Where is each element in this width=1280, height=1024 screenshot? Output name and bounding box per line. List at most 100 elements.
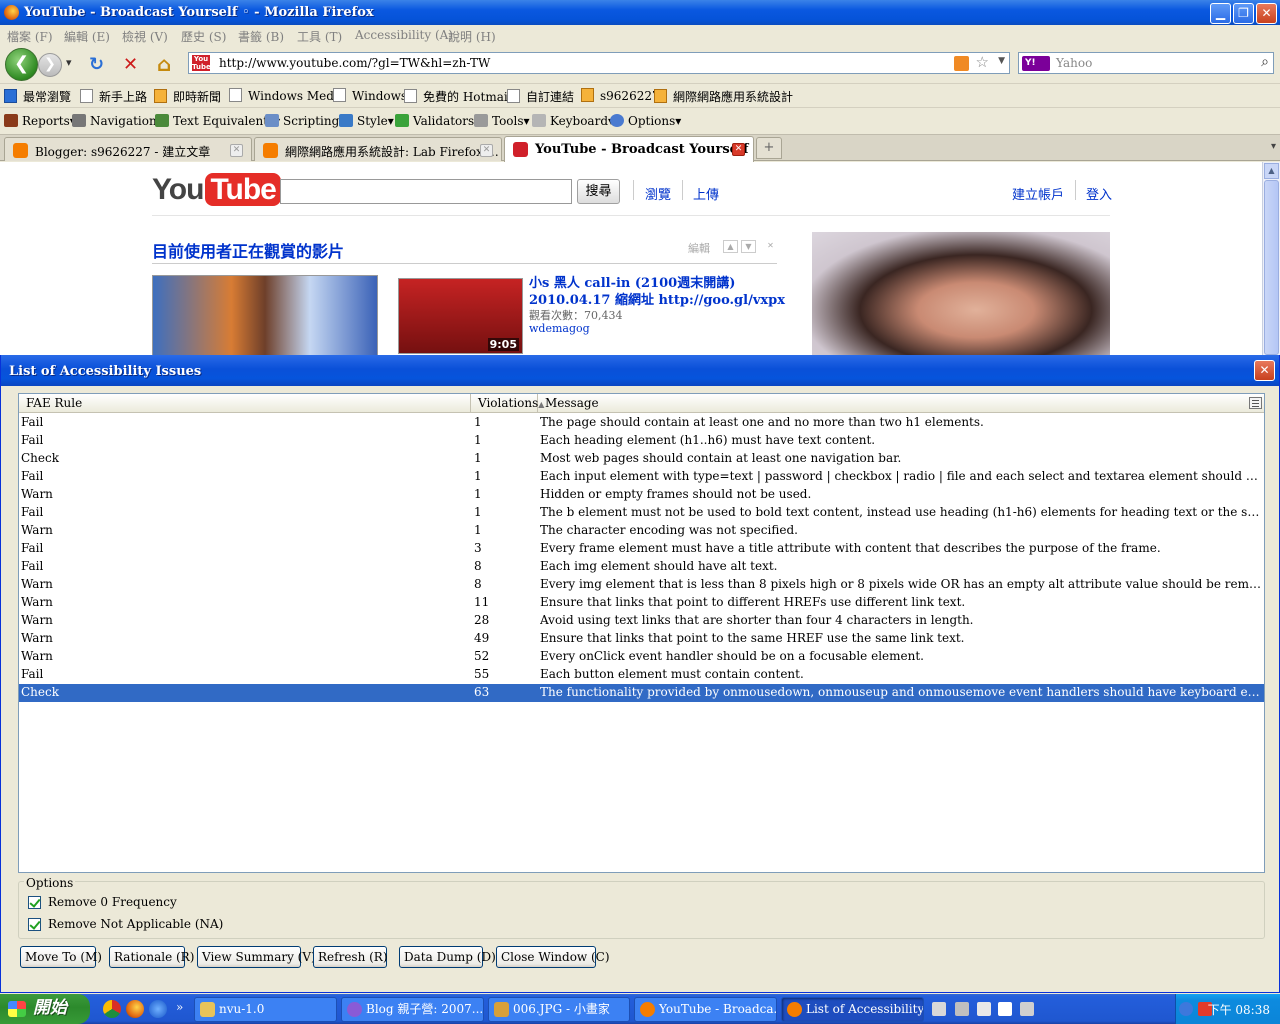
tray-expand-icon[interactable] (1179, 1002, 1193, 1016)
menu-accessibility[interactable]: Accessibility (A) (355, 28, 453, 42)
menu-edit[interactable]: 編輯 (E) (64, 28, 110, 45)
table-row[interactable]: Warn 11 Ensure that links that point to di… (19, 594, 1264, 612)
menu-tools[interactable]: 工具 (T) (297, 28, 342, 45)
taskbar-item-accessibility[interactable]: List of Accessibility ... (781, 997, 924, 1022)
toolbar-scripting[interactable]: Scripting▾ (265, 114, 345, 128)
taskbar-item-blog[interactable]: Blog 親子營: 2007... (341, 997, 484, 1022)
youtube-search-input[interactable] (280, 179, 572, 204)
toolbar-validators[interactable]: Validators▾ (395, 114, 480, 128)
youtube-logo[interactable]: You Tube (152, 173, 281, 207)
close-window-button[interactable]: ✕ (1256, 3, 1277, 24)
checkbox-checked-icon[interactable] (28, 918, 41, 931)
upload-link[interactable]: 上傳 (693, 184, 719, 203)
table-row[interactable]: Fail 1 Each heading element (h1..h6) must … (19, 432, 1264, 450)
column-header-violations[interactable]: Violations▲ (471, 394, 544, 413)
table-row[interactable]: Fail 1 The page should contain at least on… (19, 414, 1264, 432)
tab-blogger[interactable]: Blogger: s9626227 - 建立文章 ✕ (4, 137, 252, 161)
video-thumbnail[interactable]: 9:05 (398, 278, 523, 354)
taskbar-item-paint[interactable]: 006.JPG - 小畫家 (488, 997, 630, 1022)
url-dropdown-icon[interactable]: ▼ (998, 56, 1005, 66)
search-icon[interactable]: ⌕ (1261, 54, 1269, 70)
bookmark-star-icon[interactable]: ☆ (976, 53, 989, 71)
bookmark-web-app-design[interactable]: 網際網路應用系統設計 (654, 88, 793, 105)
video-title-link[interactable]: 小s 黑人 call-in (2100週末開講) 2010.04.17 縮網址 … (529, 275, 789, 309)
rss-feed-icon[interactable] (954, 56, 969, 71)
table-row[interactable]: Fail 1 The b element must not be used to b… (19, 504, 1264, 522)
table-row[interactable]: Warn 28 Avoid using text links that are sh… (19, 612, 1264, 630)
table-row[interactable]: Check 1 Most web pages should contain at l… (19, 450, 1264, 468)
column-picker-icon[interactable] (1249, 397, 1262, 409)
bookmark-most-visited[interactable]: 最常瀏覽 (4, 88, 71, 105)
toolbar-navigation[interactable]: Navigation▾ (72, 114, 163, 128)
close-tab-icon[interactable]: ✕ (732, 143, 745, 156)
maximize-button[interactable]: ❐ (1233, 3, 1254, 24)
home-button[interactable]: ⌂ (157, 52, 171, 76)
toolbar-style[interactable]: Style▾ (339, 114, 394, 128)
bookmark-getting-started[interactable]: 新手上路 (80, 88, 147, 105)
table-row[interactable]: Warn 1 The character encoding was not spec… (19, 522, 1264, 540)
help-icon[interactable] (998, 1002, 1012, 1016)
toolbar-reports[interactable]: Reports▾ (4, 114, 76, 128)
issues-table[interactable]: FAE Rule Violations▲ Message Fail 1 The pa… (18, 393, 1265, 873)
bookmark-s9626227[interactable]: s9626227 (581, 88, 660, 103)
column-header-rule[interactable]: FAE Rule (19, 394, 471, 413)
bookmark-windows[interactable]: Windows (333, 88, 407, 103)
dialog-close-button[interactable]: ✕ (1254, 360, 1275, 381)
toolbar-text-equivalents[interactable]: Text Equivalents▾ (155, 114, 280, 128)
menu-bookmarks[interactable]: 書籤 (B) (238, 28, 284, 45)
minimize-button[interactable]: ▁ (1210, 3, 1231, 24)
move-up-icon[interactable]: ▲ (723, 240, 738, 253)
keyboard-icon[interactable] (932, 1002, 946, 1016)
video-uploader-link[interactable]: wdemagog (529, 322, 590, 335)
rationale-button[interactable]: Rationale (R) (109, 946, 194, 968)
table-row[interactable]: Warn 49 Ensure that links that point to th… (19, 630, 1264, 648)
toolbar-tools[interactable]: Tools▾ (474, 114, 530, 128)
page-scrollbar[interactable]: ▲ (1262, 162, 1280, 362)
table-row[interactable]: Warn 8 Every img element that is less than… (19, 576, 1264, 594)
data-dump-button[interactable]: Data Dump (D) (399, 946, 496, 968)
bookmark-custom-links[interactable]: 自訂連結 (507, 88, 574, 105)
tab-youtube[interactable]: YouTube - Broadcast Yourself ◦ ✕ (504, 136, 754, 162)
list-all-tabs-icon[interactable]: ▾ (1271, 141, 1276, 152)
bookmark-hotmail[interactable]: 免費的 Hotmail (404, 88, 512, 105)
menu-file[interactable]: 檔案 (F) (7, 28, 53, 45)
bookmark-windows-media[interactable]: Windows Media (229, 88, 345, 103)
settings-icon[interactable] (1020, 1002, 1034, 1016)
menu-help[interactable]: 說明 (H) (448, 28, 496, 45)
menu-view[interactable]: 檢視 (V) (122, 28, 168, 45)
move-down-icon[interactable]: ▼ (741, 240, 756, 253)
table-row[interactable]: Warn 52 Every onClick event handler should… (19, 648, 1264, 666)
forward-button[interactable]: ❯ (38, 53, 62, 77)
search-input[interactable]: Yahoo (1056, 56, 1092, 70)
refresh-button[interactable]: Refresh (R) (313, 946, 388, 968)
table-row[interactable]: Fail 55 Each button element must contain c… (19, 666, 1264, 684)
view-summary-button[interactable]: View Summary (V) (197, 946, 316, 968)
search-bar[interactable]: Y! Yahoo ⌕ (1018, 52, 1274, 74)
scroll-up-icon[interactable]: ▲ (1264, 163, 1279, 179)
video-thumbnail[interactable] (152, 275, 378, 362)
url-input[interactable]: http://www.youtube.com/?gl=TW&hl=zh-TW (219, 56, 490, 70)
checkbox-checked-icon[interactable] (28, 896, 41, 909)
bookmark-latest-news[interactable]: 即時新聞 (154, 88, 221, 105)
start-button[interactable]: 開始 (0, 994, 90, 1024)
toolbar-keyboard[interactable]: Keyboard▾ (532, 114, 614, 128)
scrollbar-thumb[interactable] (1264, 180, 1279, 355)
firefox-quicklaunch-icon[interactable] (126, 1000, 144, 1018)
pen-icon[interactable] (955, 1002, 969, 1016)
taskbar-item-nvu[interactable]: nvu-1.0 (194, 997, 337, 1022)
history-dropdown-icon[interactable]: ▾ (66, 56, 72, 69)
remove-zero-frequency-checkbox[interactable]: Remove 0 Frequency (28, 895, 177, 909)
new-tab-button[interactable]: + (756, 137, 782, 159)
youtube-search-button[interactable]: 搜尋 (577, 179, 620, 204)
table-row[interactable]: Fail 8 Each img element should have alt te… (19, 558, 1264, 576)
close-window-button[interactable]: Close Window (C) (496, 946, 610, 968)
featured-video[interactable] (812, 232, 1110, 362)
browse-link[interactable]: 瀏覽 (645, 184, 671, 203)
table-row[interactable]: Warn 1 Hidden or empty frames should not b… (19, 486, 1264, 504)
table-row[interactable]: Fail 1 Each input element with type=text |… (19, 468, 1264, 486)
url-bar[interactable]: You Tube http://www.youtube.com/?gl=TW&h… (188, 52, 1010, 74)
reload-button[interactable]: ↻ (89, 54, 104, 75)
move-to-button[interactable]: Move To (M) (20, 946, 102, 968)
taskbar-item-youtube[interactable]: YouTube - Broadca... (634, 997, 777, 1022)
quicklaunch-more-icon[interactable]: » (176, 1000, 183, 1014)
